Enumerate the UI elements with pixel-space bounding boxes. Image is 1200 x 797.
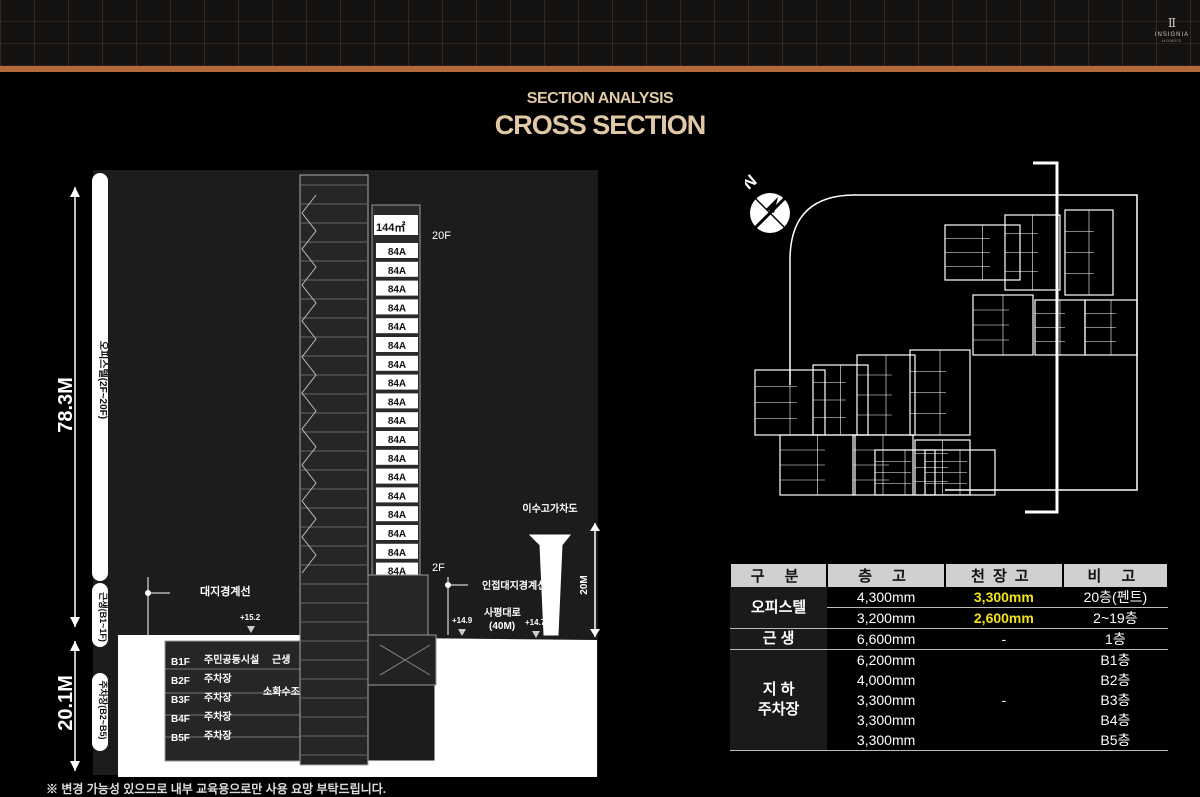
- retail-note: 1층: [1062, 628, 1168, 650]
- basement-use-label: 주민공동시설: [204, 653, 259, 666]
- header-bar: [0, 0, 1200, 66]
- header-accent-line: [0, 66, 1200, 72]
- logo-mark-icon: Ⅱ: [1167, 16, 1177, 30]
- basement-floor-label: B5F: [171, 733, 190, 744]
- basement-use-label: 주차장: [204, 729, 232, 742]
- zone-retail-label: 근생(B1~1F): [98, 592, 109, 642]
- height-below-ground: 20.1M: [55, 675, 77, 731]
- officetel-ceiling-2: 2,600mm: [944, 607, 1063, 629]
- parking-notes: B1층 B2층 B3층 B4층 B5층: [1062, 649, 1168, 751]
- unit-label: 84A: [388, 397, 406, 408]
- unit-label: 84A: [388, 322, 406, 333]
- parking-note-b4: B4층: [1100, 712, 1131, 728]
- floor-20f-label: 20F: [432, 230, 451, 242]
- cat-retail: 근 생: [730, 628, 828, 650]
- road-name-label: 사평대로: [484, 606, 521, 619]
- zone-officetel-label: 오피스텔(2F~20F): [97, 341, 110, 419]
- officetel-height-2: 3,200mm: [827, 607, 945, 629]
- basement-floor-label: B1F: [171, 657, 190, 668]
- retail-ceiling: -: [944, 628, 1063, 650]
- unit-label: 84A: [388, 454, 406, 465]
- parking-heights: 6,200mm 4,000mm 3,300mm 3,300mm 3,300mm: [827, 649, 945, 751]
- unit-label: 84A: [388, 247, 406, 258]
- height-above-ground: 78.3M: [55, 377, 77, 433]
- header-category: 구 분: [728, 564, 829, 587]
- cat-officetel: 오피스텔: [730, 587, 828, 629]
- site-plan: N: [745, 161, 1138, 514]
- retail-height: 6,600mm: [827, 628, 945, 650]
- parking-height-b4: 3,300mm: [856, 712, 916, 728]
- basement-use-label: 주차장: [204, 672, 232, 685]
- level-mark-2: +14.9: [452, 616, 473, 625]
- unit-label: 84A: [388, 360, 406, 371]
- logo-sub: HOMES: [1162, 38, 1182, 43]
- officetel-ceiling-1: 3,300mm: [944, 587, 1063, 608]
- compass-icon: N: [745, 171, 790, 233]
- parking-height-b3: 3,300mm: [856, 692, 916, 708]
- basement-floor-label: B2F: [171, 676, 190, 687]
- level-mark-1: +15.2: [240, 613, 261, 622]
- header-note: 비 고: [1061, 564, 1170, 587]
- parking-height-b1: 6,200mm: [856, 652, 916, 668]
- cat-parking-line-2: 주차장: [757, 701, 800, 718]
- parking-note-b3: B3층: [1100, 692, 1131, 708]
- parking-note-b2: B2층: [1100, 672, 1131, 688]
- adjacent-boundary-label: 인접대지경계선: [482, 579, 546, 592]
- brand-logo[interactable]: Ⅱ INSIGNIA HOMES: [1150, 16, 1194, 56]
- basement-extra-label: 근생: [272, 653, 290, 666]
- cat-parking-line-1: 지 하: [762, 681, 795, 698]
- unit-label: 84A: [388, 285, 406, 296]
- officetel-note-2: 2~19층: [1062, 607, 1168, 629]
- parking-ceiling: -: [944, 649, 1063, 751]
- spec-table: 구 분 층 고 천장고 비 고 오피스텔 4,300mm 3,300mm 20층…: [728, 564, 1170, 751]
- overpass-label: 이수고가차도: [522, 502, 577, 515]
- unit-label: 84A: [388, 473, 406, 484]
- level-mark-3: +14.7: [525, 618, 546, 627]
- unit-label: 84A: [388, 266, 406, 277]
- basement-floor-label: B4F: [171, 714, 190, 725]
- zone-parking-label: 주차장(B2~B5): [98, 680, 109, 739]
- cat-parking: 지 하 주차장: [730, 649, 828, 751]
- unit-label: 84A: [388, 510, 406, 521]
- unit-label: 84A: [388, 416, 406, 427]
- basement-use-label: 주차장: [204, 691, 232, 704]
- road-width-label: (40M): [489, 621, 515, 632]
- header-ceiling-height: 천장고: [943, 564, 1064, 587]
- page-title: CROSS SECTION: [494, 110, 707, 140]
- parking-note-b1: B1층: [1100, 652, 1131, 668]
- header-floor-height: 층 고: [826, 564, 946, 587]
- overpass-height-label: 20M: [579, 575, 590, 594]
- disclaimer-note: ※ 변경 가능성 있으므로 내부 교육용으로만 사용 요망 부탁드립니다.: [46, 782, 387, 796]
- basement-use-label: 주차장: [204, 710, 232, 723]
- unit-label: 84A: [388, 491, 406, 502]
- unit-label: 84A: [388, 435, 406, 446]
- section-title: SECTION ANALYSIS: [526, 90, 674, 107]
- parking-note-b5: B5층: [1100, 732, 1131, 748]
- unit-label: 84A: [388, 379, 406, 390]
- parking-height-b2: 4,000mm: [856, 672, 916, 688]
- site-boundary-label: 대지경계선: [200, 584, 251, 598]
- compass-north-label: N: [745, 171, 761, 193]
- basement-floor-label: B3F: [171, 695, 190, 706]
- officetel-note-1: 20층(펜트): [1062, 587, 1168, 608]
- unit-label: 84A: [388, 303, 406, 314]
- fire-tank-label: 소화수조: [263, 686, 300, 698]
- parking-height-b5: 3,300mm: [856, 732, 916, 748]
- unit-label: 84A: [388, 529, 406, 540]
- top-unit-label: 144㎡: [376, 220, 405, 234]
- officetel-height-1: 4,300mm: [827, 587, 945, 608]
- cross-section-diagram: 144㎡ 84A 84A 84A 84A 84A 84A 84A 84A 84A 84A 84A 84…: [55, 170, 600, 777]
- unit-label: 84A: [388, 548, 406, 559]
- unit-label: 84A: [388, 341, 406, 352]
- floor-2f-label: 2F: [432, 562, 445, 574]
